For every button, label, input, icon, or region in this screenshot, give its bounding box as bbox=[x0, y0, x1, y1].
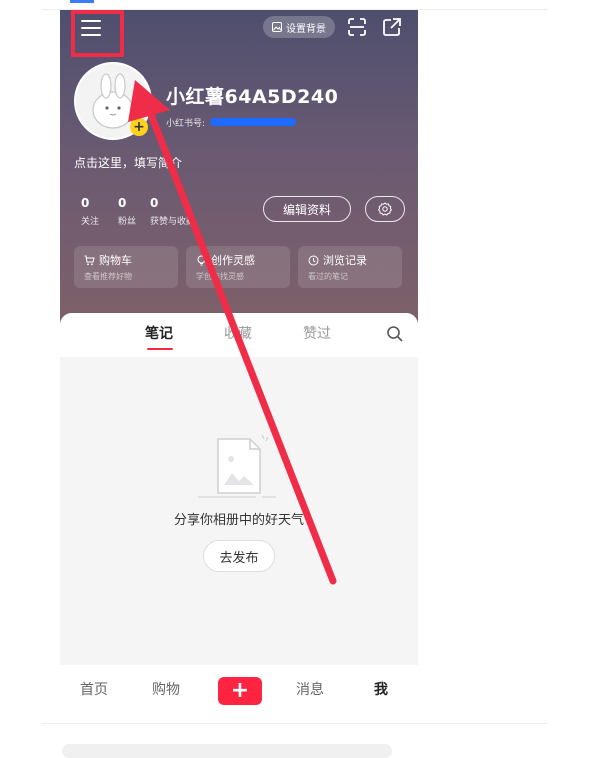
annotation-arrow-icon bbox=[128, 80, 337, 585]
